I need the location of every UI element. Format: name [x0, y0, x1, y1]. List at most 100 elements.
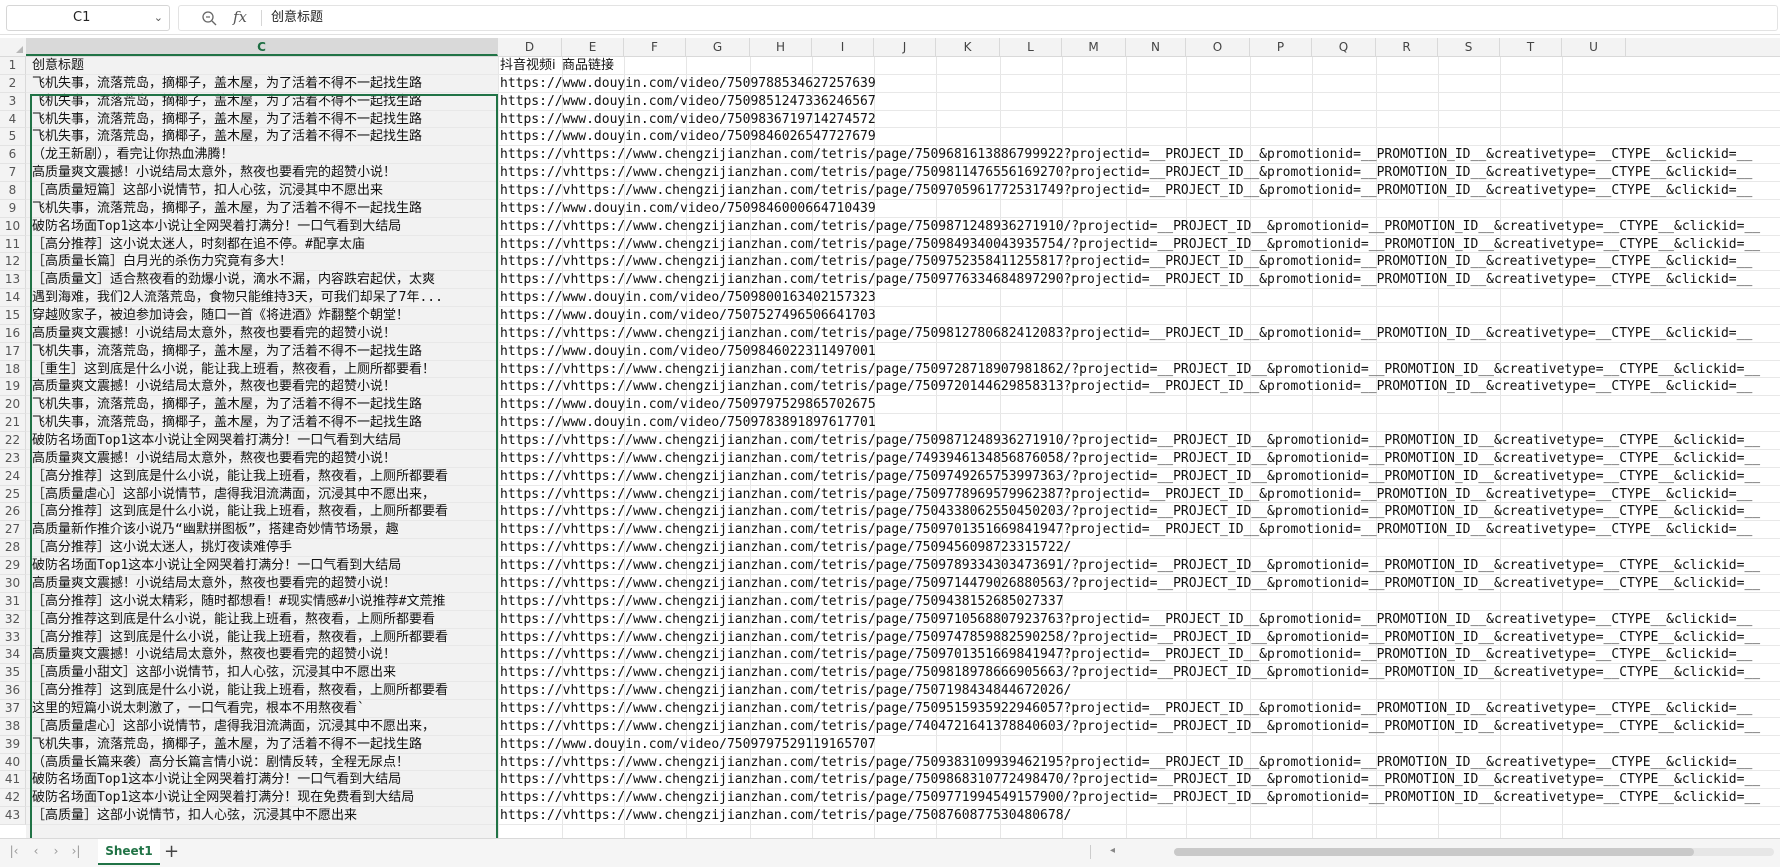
cell-link[interactable]: https://www.douyin.com/video/75098460006… [500, 200, 1780, 217]
column-header-h[interactable]: H [750, 38, 812, 56]
cell-e1[interactable]: 商品链接 [562, 57, 682, 74]
cell-creative-title[interactable]: 穿越败家子，被迫参加诗会，随口一首《将进酒》炸翻整个朝堂！ [32, 307, 498, 324]
row-header[interactable]: 31 [0, 592, 26, 611]
cell-link[interactable]: https://vhttps://www.chengzijianzhan.com… [500, 271, 1780, 288]
row-header[interactable]: 17 [0, 342, 26, 361]
cell-link[interactable]: https://vhttps://www.chengzijianzhan.com… [500, 432, 1780, 449]
add-sheet-button[interactable]: + [164, 841, 179, 862]
cell-creative-title[interactable]: 高质量爽文震撼！小说结局太意外，熬夜也要看完的超赞小说！ [32, 378, 498, 395]
cell-creative-title[interactable]: （高质量长篇来袭）高分长篇言情小说：剧情反转，全程无尿点！ [32, 754, 498, 771]
cell-creative-title[interactable]: ［高分推荐］这到底是什么小说，能让我上班看，熬夜看，上厕所都要看 [32, 682, 498, 699]
row-header[interactable]: 2 [0, 74, 26, 93]
column-header-s[interactable]: S [1438, 38, 1500, 56]
cell-link[interactable]: https://www.douyin.com/video/75098512473… [500, 93, 1780, 110]
column-header-d[interactable]: D [498, 38, 562, 56]
row-header[interactable]: 27 [0, 521, 26, 540]
cell-link[interactable]: https://vhttps://www.chengzijianzhan.com… [500, 218, 1780, 235]
zoom-icon[interactable] [201, 10, 217, 26]
cell-link[interactable]: https://vhttps://www.chengzijianzhan.com… [500, 575, 1780, 592]
row-header[interactable]: 35 [0, 664, 26, 683]
cell-link[interactable]: https://vhttps://www.chengzijianzhan.com… [500, 146, 1780, 163]
row-header[interactable]: 26 [0, 503, 26, 522]
row-header[interactable]: 16 [0, 324, 26, 343]
cell-link[interactable]: https://vhttps://www.chengzijianzhan.com… [500, 754, 1780, 771]
cell-link[interactable]: https://vhttps://www.chengzijianzhan.com… [500, 593, 1780, 610]
row-header[interactable]: 10 [0, 217, 26, 236]
cell-creative-title[interactable]: 飞机失事，流落荒岛，摘椰子，盖木屋，为了活着不得不一起找生路 [32, 200, 498, 217]
first-sheet-button[interactable]: |‹ [6, 844, 22, 858]
cell-link[interactable]: https://vhttps://www.chengzijianzhan.com… [500, 629, 1780, 646]
row-header[interactable]: 8 [0, 182, 26, 200]
cell-link[interactable]: https://www.douyin.com/video/75097975298… [500, 396, 1780, 413]
cell-creative-title[interactable]: ［高分推荐这到底是什么小说，能让我上班看，熬夜看，上厕所都要看 [32, 611, 498, 628]
row-header[interactable]: 6 [0, 146, 26, 165]
cell-link[interactable]: https://www.douyin.com/video/75098001634… [500, 289, 1780, 306]
column-header-q[interactable]: Q [1312, 38, 1376, 56]
cell-creative-title[interactable]: ［高分推荐］这到底是什么小说，能让我上班看，熬夜看，上厕所都要看 [32, 503, 498, 520]
cell-creative-title[interactable]: 高质量爽文震撼！小说结局太意外，熬夜也要看完的超赞小说！ [32, 575, 498, 592]
formula-content[interactable]: 创意标题 [271, 6, 323, 30]
horizontal-scrollbar[interactable] [1174, 848, 1774, 856]
cell-creative-title[interactable]: ［高分推荐］这到底是什么小说，能让我上班看，熬夜看，上厕所都要看 [32, 629, 498, 646]
prev-sheet-button[interactable]: ‹ [28, 844, 44, 858]
cell-link[interactable]: https://vhttps://www.chengzijianzhan.com… [500, 236, 1780, 253]
row-header[interactable]: 34 [0, 646, 26, 665]
column-header-m[interactable]: M [1062, 38, 1126, 56]
cell-creative-title[interactable]: （龙王新剧），看完让你热血沸腾！ [32, 146, 498, 163]
cell-link[interactable]: https://vhttps://www.chengzijianzhan.com… [500, 682, 1780, 699]
cell-creative-title[interactable]: 飞机失事，流落荒岛，摘椰子，盖木屋，为了活着不得不一起找生路 [32, 736, 498, 753]
row-header[interactable]: 38 [0, 717, 26, 736]
cell-link[interactable]: https://www.douyin.com/video/75097838918… [500, 414, 1780, 431]
row-header[interactable]: 13 [0, 271, 26, 290]
row-header[interactable]: 33 [0, 628, 26, 647]
cell-creative-title[interactable]: ［高分推荐］这小说太精彩，随时都想看！#现实情感#小说推荐#文荒推 [32, 593, 498, 610]
cell-link[interactable]: https://vhttps://www.chengzijianzhan.com… [500, 700, 1780, 717]
cell-creative-title[interactable]: 遇到海难，我们2人流落荒岛，食物只能维持3天，可我们却呆了7年... [32, 289, 498, 306]
row-header[interactable]: 7 [0, 164, 26, 183]
cell-creative-title[interactable]: 高质量爽文震撼！小说结局太意外，熬夜也要看完的超赞小说！ [32, 164, 498, 181]
formula-input[interactable]: fx 创意标题 [178, 5, 1778, 31]
row-header[interactable]: 19 [0, 378, 26, 397]
cell-creative-title[interactable]: 飞机失事，流落荒岛，摘椰子，盖木屋，为了活着不得不一起找生路 [32, 414, 498, 431]
cell-link[interactable]: https://vhttps://www.chengzijianzhan.com… [500, 718, 1780, 735]
cell-creative-title[interactable]: ［高质量小甜文］这部小说情节，扣人心弦，沉浸其中不愿出来 [32, 664, 498, 681]
cell-link[interactable]: https://www.douyin.com/video/75075274965… [500, 307, 1780, 324]
cell-creative-title[interactable]: 飞机失事，流落荒岛，摘椰子，盖木屋，为了活着不得不一起找生路 [32, 396, 498, 413]
cell-link[interactable]: https://vhttps://www.chengzijianzhan.com… [500, 164, 1780, 181]
cell-link[interactable]: https://www.douyin.com/video/75097975291… [500, 736, 1780, 753]
cell-creative-title[interactable]: ［高质量长篇］白月光的杀伤力究竟有多大！ [32, 253, 498, 270]
column-header-o[interactable]: O [1186, 38, 1250, 56]
row-header[interactable]: 30 [0, 574, 26, 593]
column-header-g[interactable]: G [686, 38, 750, 56]
cell-creative-title[interactable]: 飞机失事，流落荒岛，摘椰子，盖木屋，为了活着不得不一起找生路 [32, 128, 498, 145]
row-header[interactable]: 1 [0, 57, 26, 75]
cell-creative-title[interactable]: 飞机失事，流落荒岛，摘椰子，盖木屋，为了活着不得不一起找生路 [32, 343, 498, 360]
row-header[interactable]: 28 [0, 539, 26, 558]
row-header[interactable]: 39 [0, 735, 26, 754]
cell-link[interactable]: https://vhttps://www.chengzijianzhan.com… [500, 789, 1780, 806]
cell-creative-title[interactable]: 高质量爽文震撼！小说结局太意外，熬夜也要看完的超赞小说！ [32, 646, 498, 663]
cell-link[interactable]: https://www.douyin.com/video/75098460223… [500, 343, 1780, 360]
cell-creative-title[interactable]: 高质量爽文震撼！小说结局太意外，熬夜也要看完的超赞小说！ [32, 325, 498, 342]
cell-link[interactable]: https://www.douyin.com/video/75097885346… [500, 75, 1780, 92]
next-sheet-button[interactable]: › [48, 844, 64, 858]
cell-creative-title[interactable]: 飞机失事，流落荒岛，摘椰子，盖木屋，为了活着不得不一起找生路 [32, 93, 498, 110]
cell-creative-title[interactable]: 破防名场面Top1这本小说让全网哭着打满分！一口气看到大结局 [32, 218, 498, 235]
cell-creative-title[interactable]: 飞机失事，流落荒岛，摘椰子，盖木屋，为了活着不得不一起找生路 [32, 75, 498, 92]
cell-link[interactable]: https://vhttps://www.chengzijianzhan.com… [500, 611, 1780, 628]
cell-creative-title[interactable]: 高质量爽文震撼！小说结局太意外，熬夜也要看完的超赞小说！ [32, 450, 498, 467]
row-header[interactable]: 12 [0, 253, 26, 272]
cell-link[interactable]: https://vhttps://www.chengzijianzhan.com… [500, 378, 1780, 395]
row-header[interactable]: 22 [0, 432, 26, 450]
row-header[interactable]: 42 [0, 789, 26, 808]
cell-creative-title[interactable]: ［高分推荐］这小说太迷人，时刻都在追不停。#配享太庙 [32, 236, 498, 253]
cell-creative-title[interactable]: ［高质量］这部小说情节，扣人心弦，沉浸其中不愿出来 [32, 807, 498, 824]
cell-link[interactable]: https://vhttps://www.chengzijianzhan.com… [500, 664, 1780, 681]
row-header[interactable]: 3 [0, 92, 26, 111]
row-header[interactable]: 24 [0, 467, 26, 486]
cell-creative-title[interactable]: ［高质量虐心］这部小说情节，虐得我泪流满面，沉浸其中不愿出来， [32, 486, 498, 503]
row-header[interactable]: 14 [0, 289, 26, 308]
row-header[interactable]: 41 [0, 771, 26, 790]
row-header[interactable]: 40 [0, 753, 26, 772]
column-header-l[interactable]: L [1000, 38, 1062, 56]
